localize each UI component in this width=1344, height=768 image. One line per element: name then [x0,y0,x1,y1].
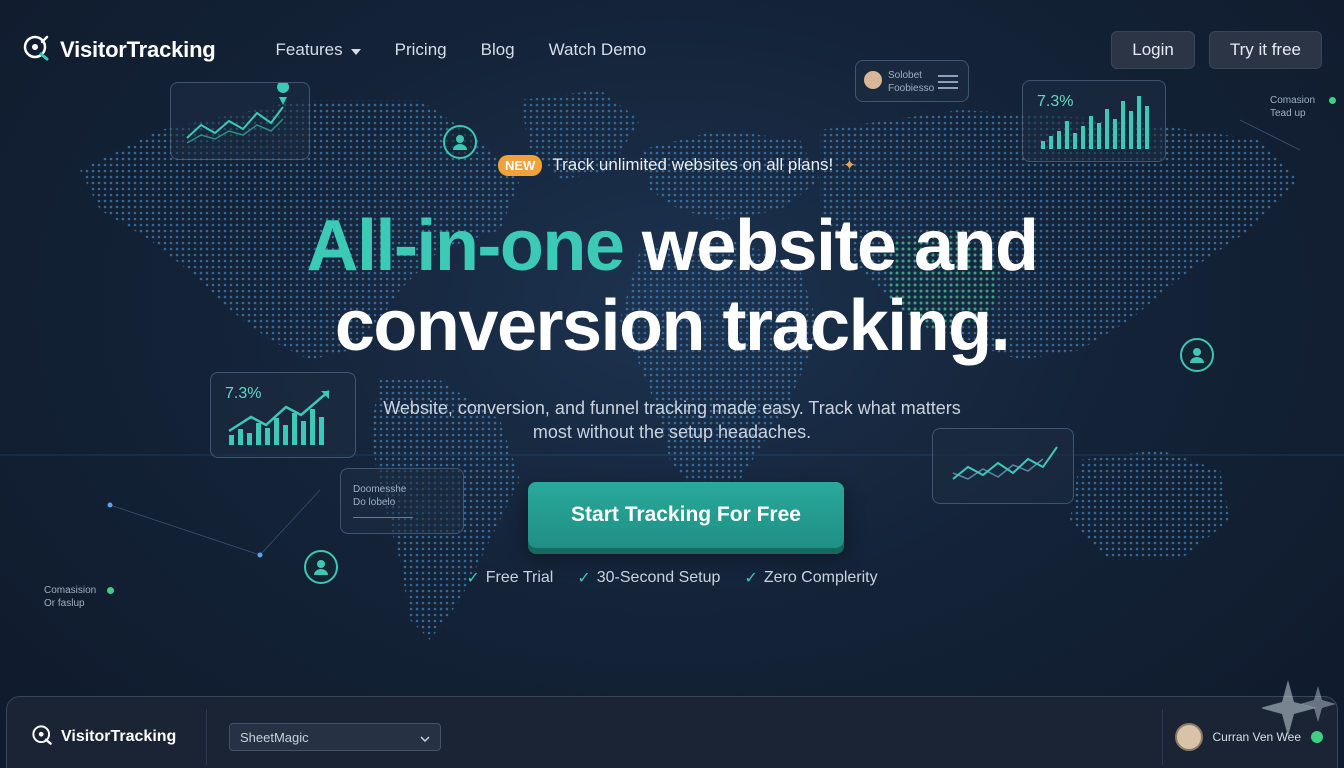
try-free-button[interactable]: Try it free [1208,31,1322,69]
check-complexity: ✓ Zero Complerity [744,568,877,588]
new-badge: NEW [498,154,543,176]
check-label: 30-Second Setup [596,569,721,586]
analytics-logo-icon [31,724,53,751]
bar-chart-card-left: 7.3% [210,372,356,458]
top-navigation: VisitorTracking Features Pricing Blog Wa… [22,28,1322,72]
hero-subtitle: Website, conversion, and funnel tracking… [383,398,961,442]
avatar-small [864,71,882,89]
check-label: Zero Complerity [763,569,878,586]
hero-title-accent: All-in-one [306,206,624,286]
feature-checks: ✓ Free Trial ✓ 30-Second Setup ✓ Zero Co… [0,568,1344,588]
divider [353,517,413,518]
site-selector[interactable]: SheetMagic [229,723,441,751]
announcement-text: Track unlimited websites on all plans! [552,155,834,174]
mini-stats-card-left: Doomesshe Do lobelo [340,468,464,534]
bar-chart-icon [1041,96,1149,149]
nav-pricing[interactable]: Pricing [395,40,447,60]
app-brand-name: VisitorTracking [61,728,177,745]
status-dot [1329,97,1336,104]
nav-blog[interactable]: Blog [481,40,515,60]
check-label: Free Trial [485,569,554,586]
conversion-left-line-2: Or faslup [44,598,85,609]
app-preview-bar: VisitorTracking SheetMagic Curran Ven We… [6,696,1338,768]
login-button[interactable]: Login [1111,31,1195,69]
nav-features-label: Features [275,40,343,59]
nav-actions: Login Try it free [1111,31,1322,69]
check-free-trial: ✓ Free Trial [466,568,553,588]
brand-logo[interactable]: VisitorTracking [22,34,216,67]
mini-profile-card: Solobet Foobiesso [855,60,969,102]
sparkle-watermark-icon [1260,680,1342,745]
app-brand[interactable]: VisitorTracking [7,709,207,765]
menu-icon [938,75,958,94]
hero-title: All-in-one website and conversion tracki… [0,206,1344,366]
check-setup: ✓ 30-Second Setup [577,568,720,588]
status-dot [107,587,114,594]
mini-card-line-2: Foobiesso [888,83,935,94]
check-icon: ✓ [577,570,591,587]
check-icon: ✓ [466,570,480,587]
hero-title-part-1: website and [641,206,1039,286]
user-location-icon [443,125,477,159]
landing-page: VisitorTracking Features Pricing Blog Wa… [0,0,1344,768]
mini-card-line-1: Solobet [888,70,922,81]
mini-stats-line-2: Do lobelo [353,497,396,508]
line-chart-card-top-left [170,81,310,160]
analytics-logo-icon [22,34,50,67]
nav-watch-demo[interactable]: Watch Demo [549,40,647,60]
chevron-down-icon [350,40,361,60]
nav-links: Features Pricing Blog Watch Demo [276,40,647,60]
chevron-down-icon [420,730,430,745]
check-icon: ✓ [744,570,758,587]
conversion-label-right: Comasion Tead up [1270,94,1315,120]
sparkle-icon: ✦ [843,157,856,174]
nav-features[interactable]: Features [276,40,361,60]
mini-stats-line-1: Doomesshe [353,484,407,495]
brand-name: VisitorTracking [60,37,216,62]
bar-chart-card-top-right: 7.3% [1022,80,1166,162]
start-tracking-button[interactable]: Start Tracking For Free [528,482,844,548]
trend-chart-icon [228,390,330,445]
avatar [1174,723,1203,751]
conversion-right-line-1: Comasion [1270,95,1316,106]
announcement-pill[interactable]: NEW Track unlimited websites on all plan… [498,150,856,180]
line-chart-icon [186,81,290,144]
conversion-right-line-2: Tead up [1270,108,1306,119]
site-selector-value: SheetMagic [240,729,309,745]
hero-title-part-2: conversion tracking. [334,286,1011,366]
